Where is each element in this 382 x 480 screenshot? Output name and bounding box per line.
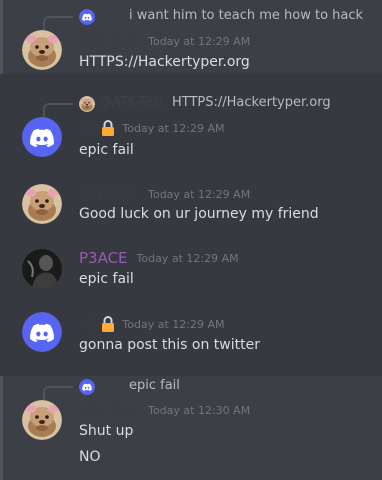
message-6[interactable]: @=[ epic fail ATK-Test Today at 12:30 AM…: [0, 376, 382, 480]
author-name[interactable]: =[: [79, 119, 97, 137]
message-header: =[ Today at 12:29 AM: [79, 314, 225, 334]
message-3[interactable]: ATK-Test Today at 12:29 AM Good luck on …: [0, 178, 382, 236]
reply-author[interactable]: @ATK-Test: [99, 95, 164, 110]
author-name[interactable]: ATK-Test: [79, 185, 139, 203]
author-name[interactable]: =[: [79, 315, 97, 333]
timestamp: Today at 12:29 AM: [122, 121, 225, 135]
avatar[interactable]: [22, 400, 62, 440]
reply-avatar: [79, 379, 95, 395]
avatar[interactable]: [22, 30, 62, 70]
avatar[interactable]: [22, 312, 62, 352]
lock-icon: [101, 119, 115, 137]
avatar[interactable]: [22, 184, 62, 224]
message-header: P3ACE Today at 12:29 AM: [79, 248, 239, 268]
reply-author[interactable]: @=[: [99, 8, 128, 23]
lock-icon: [101, 315, 115, 333]
message-text: HTTPS://Hackertyper.org: [79, 54, 250, 70]
message-text: Good luck on ur journey my friend: [79, 206, 319, 222]
message-1[interactable]: @=[ i want him to teach me how to hack A…: [0, 0, 382, 74]
reply-spine: [43, 386, 73, 400]
message-header: =[ Today at 12:29 AM: [79, 118, 225, 138]
message-header: ATK-Test Today at 12:30 AM: [79, 400, 250, 420]
message-text: NO: [79, 449, 101, 465]
reply-author[interactable]: @=[: [99, 378, 128, 393]
timestamp: Today at 12:30 AM: [148, 403, 251, 417]
timestamp: Today at 12:29 AM: [136, 251, 239, 265]
author-name[interactable]: P3ACE: [79, 249, 128, 267]
reply-text[interactable]: i want him to teach me how to hack: [129, 8, 363, 23]
message-2[interactable]: @ATK-Test HTTPS://Hackertyper.org =[ Tod…: [0, 86, 382, 172]
message-text: Shut up: [79, 423, 134, 439]
message-5[interactable]: =[ Today at 12:29 AM gonna post this on …: [0, 308, 382, 368]
author-name[interactable]: ATK-Test: [79, 32, 139, 50]
reply-text[interactable]: epic fail: [129, 378, 180, 393]
message-text: epic fail: [79, 271, 134, 287]
timestamp: Today at 12:29 AM: [122, 317, 225, 331]
author-name[interactable]: ATK-Test: [79, 401, 139, 419]
message-header: ATK-Test Today at 12:29 AM: [79, 31, 250, 51]
message-4[interactable]: P3ACE Today at 12:29 AM epic fail: [0, 243, 382, 301]
avatar[interactable]: [22, 117, 62, 157]
timestamp: Today at 12:29 AM: [148, 187, 251, 201]
avatar[interactable]: [22, 249, 62, 289]
reply-text[interactable]: HTTPS://Hackertyper.org: [172, 95, 331, 110]
reply-spine: [43, 103, 73, 117]
message-text: gonna post this on twitter: [79, 337, 260, 353]
reply-avatar: [79, 9, 95, 25]
message-text: epic fail: [79, 142, 134, 158]
reply-avatar: [79, 96, 95, 112]
reply-spine: [43, 16, 73, 30]
timestamp: Today at 12:29 AM: [148, 34, 251, 48]
message-header: ATK-Test Today at 12:29 AM: [79, 184, 250, 204]
